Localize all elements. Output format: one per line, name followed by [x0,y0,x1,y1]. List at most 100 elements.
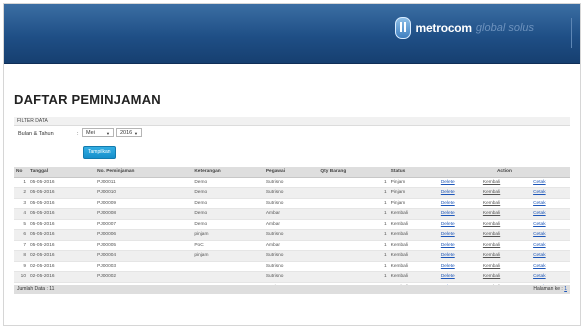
return-link[interactable]: Kembali [483,190,500,195]
return-link[interactable]: Kembali [483,243,500,248]
cell-qty: 1 [318,229,389,241]
cell-staff: Sutrisno [263,261,319,272]
table-header-row: No Tanggal No. Peminjaman Keterangan Peg… [14,167,570,178]
action-cell: Kembali [480,229,532,241]
cell-date: 05-05-2016 [28,240,96,251]
delete-link[interactable]: Delete [441,253,455,258]
cell-qty: 1 [318,271,389,283]
cell-note: PoC [192,240,264,251]
return-link[interactable]: Kembali [483,211,500,216]
delete-link[interactable]: Delete [441,274,455,279]
show-button[interactable]: Tampilkan [83,146,116,159]
return-link[interactable]: Kembali [483,253,500,258]
print-link[interactable]: Cetak [533,274,546,279]
print-link[interactable]: Cetak [533,243,546,248]
delete-link[interactable]: Delete [441,201,455,206]
cell-staff: Sutrisno [263,250,319,262]
page-link[interactable]: 1 [564,286,567,292]
column-header: Tanggal [28,167,96,178]
month-select[interactable]: Mei ▼ [82,128,114,137]
table-row: 2 05-05-2016 PJ00010 Demo Sutrisno 1 Pinjam Del… [14,187,570,199]
cell-code: PJ00011 [95,177,193,188]
print-link[interactable]: Cetak [533,253,546,258]
return-link[interactable]: Kembali [483,274,500,279]
column-header: Pegawai [263,167,319,178]
delete-link[interactable]: Delete [441,264,455,269]
page-label: Halaman ke : [533,286,563,292]
cell-staff: Ambar [263,219,319,230]
action-cell: Cetak [531,261,570,272]
action-cell: Cetak [531,177,570,188]
cell-status: Pinjam [388,187,439,199]
cell-no: 8 [14,250,28,262]
print-link[interactable]: Cetak [533,222,546,227]
return-link[interactable]: Kembali [483,201,500,206]
action-cell: Delete [438,261,481,272]
column-header: Status [388,167,439,178]
cell-code: PJ00004 [95,250,193,262]
action-cell: Cetak [531,250,570,262]
cell-date: 02-05-2016 [28,271,96,283]
action-cell: Cetak [531,271,570,283]
action-cell: Delete [438,229,481,241]
delete-link[interactable]: Delete [441,232,455,237]
header-divider [571,18,572,48]
cell-code: PJ00010 [95,187,193,199]
cell-no: 4 [14,208,28,220]
cell-staff: Sutrisno [263,271,319,283]
print-link[interactable]: Cetak [533,190,546,195]
action-cell: Kembali [480,219,532,230]
cell-qty: 1 [318,198,389,209]
delete-link[interactable]: Delete [441,243,455,248]
action-cell: Delete [438,177,481,188]
action-cell: Kembali [480,177,532,188]
action-cell: Cetak [531,198,570,209]
cell-note [192,261,264,272]
cell-qty: 1 [318,219,389,230]
cell-qty: 1 [318,261,389,272]
year-select[interactable]: 2016 ▼ [116,128,142,137]
cell-code: PJ00009 [95,198,193,209]
action-cell: Delete [438,250,481,262]
delete-link[interactable]: Delete [441,211,455,216]
cell-no: 3 [14,198,28,209]
return-link[interactable]: Kembali [483,222,500,227]
filter-section-title: FILTER DATA [14,117,570,126]
column-header: Qty Barang [318,167,389,178]
return-link[interactable]: Kembali [483,264,500,269]
print-link[interactable]: Cetak [533,264,546,269]
print-link[interactable]: Cetak [533,201,546,206]
delete-link[interactable]: Delete [441,222,455,227]
table-row: 4 05-05-2016 PJ00008 Demo Ambar 1 Kembali Delet… [14,208,570,220]
brand-tagline: global solus [475,22,534,34]
action-cell: Kembali [480,198,532,209]
table-footer: Jumlah Data : 11 Halaman ke : 1 [14,285,570,294]
action-cell: Kembali [480,261,532,272]
cell-date: 02-05-2016 [28,261,96,272]
action-cell: Cetak [531,208,570,220]
cell-status: Kembali [388,229,439,241]
cell-date: 05-05-2016 [28,219,96,230]
delete-link[interactable]: Delete [441,190,455,195]
cell-note: Demo [192,187,264,199]
print-link[interactable]: Cetak [533,211,546,216]
action-cell: Kembali [480,187,532,199]
print-link[interactable]: Cetak [533,232,546,237]
return-link[interactable]: Kembali [483,232,500,237]
print-link[interactable]: Cetak [533,180,546,185]
chevron-down-icon: ▼ [106,131,110,136]
cell-staff: Ambar [263,240,319,251]
page-title: DAFTAR PEMINJAMAN [14,92,161,107]
action-cell: Delete [438,198,481,209]
delete-link[interactable]: Delete [441,180,455,185]
action-cell: Kembali [480,208,532,220]
cell-no: 5 [14,219,28,230]
cell-qty: 1 [318,187,389,199]
cell-no: 6 [14,229,28,241]
brand-logo[interactable]: metrocom global solus [395,17,534,39]
cell-code: PJ00002 [95,271,193,283]
cell-note: Demo [192,219,264,230]
table-row: 8 02-05-2016 PJ00004 pinjam Sutrisno 1 Kembali… [14,250,570,262]
return-link[interactable]: Kembali [483,180,500,185]
action-cell: Cetak [531,240,570,251]
